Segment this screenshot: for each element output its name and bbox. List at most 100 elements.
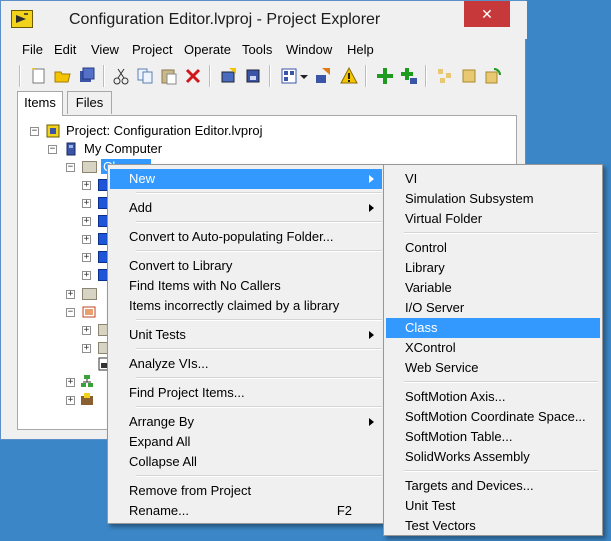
- expand-toggle[interactable]: +: [82, 217, 91, 226]
- add-alt-icon[interactable]: [399, 66, 419, 86]
- expand-toggle[interactable]: +: [82, 199, 91, 208]
- menu-item-convert-library[interactable]: Convert to Library: [110, 256, 382, 276]
- menu-item-find-project-items[interactable]: Find Project Items...: [110, 383, 382, 403]
- add-icon[interactable]: [375, 66, 395, 86]
- expand-toggle[interactable]: +: [82, 344, 91, 353]
- menu-project[interactable]: Project: [132, 42, 172, 57]
- collapse-toggle[interactable]: −: [48, 145, 57, 154]
- menu-item-remove-from-project[interactable]: Remove from Project: [110, 481, 382, 501]
- menu-item-new[interactable]: New: [110, 169, 382, 189]
- menu-separator: [136, 348, 382, 350]
- submenu-item-vi[interactable]: VI: [386, 169, 600, 189]
- menu-edit[interactable]: Edit: [54, 42, 76, 57]
- menu-item-add[interactable]: Add: [110, 198, 382, 218]
- menu-item-unit-tests[interactable]: Unit Tests: [110, 325, 382, 345]
- context-menu: New Add Convert to Auto-populating Folde…: [107, 164, 385, 524]
- open-icon[interactable]: [53, 66, 73, 86]
- submenu-item-class[interactable]: Class: [386, 318, 600, 338]
- close-button[interactable]: ✕: [464, 1, 510, 27]
- window-title: Configuration Editor.lvproj - Project Ex…: [69, 11, 381, 28]
- menu-separator: [136, 377, 382, 379]
- menu-window[interactable]: Window: [286, 42, 332, 57]
- toolbar-separator: [269, 65, 271, 87]
- labview-app-icon: [11, 10, 33, 28]
- expand-toggle[interactable]: +: [82, 235, 91, 244]
- menu-separator: [404, 381, 598, 383]
- folder-icon: [82, 288, 97, 300]
- expand-toggle[interactable]: +: [82, 253, 91, 262]
- expand-toggle[interactable]: +: [66, 396, 75, 405]
- menu-item-find-no-callers[interactable]: Find Items with No Callers: [110, 276, 382, 296]
- submenu-item-simulation-subsystem[interactable]: Simulation Subsystem: [386, 189, 600, 209]
- title-bar: Configuration Editor.lvproj - Project Ex…: [1, 1, 527, 39]
- copy-icon[interactable]: [135, 66, 155, 86]
- submenu-item-softmotion-axis[interactable]: SoftMotion Axis...: [386, 387, 600, 407]
- sort-icon[interactable]: [459, 66, 479, 86]
- project-icon: [46, 124, 60, 138]
- menu-item-arrange-by[interactable]: Arrange By: [110, 412, 382, 432]
- properties-icon[interactable]: [313, 66, 333, 86]
- menu-tools[interactable]: Tools: [242, 42, 272, 57]
- shortcut-label: F2: [336, 503, 352, 518]
- dropdown-icon[interactable]: [299, 66, 309, 86]
- view-icon[interactable]: [279, 66, 299, 86]
- cut-icon[interactable]: [111, 66, 131, 86]
- menu-item-collapse-all[interactable]: Collapse All: [110, 452, 382, 472]
- submenu-item-test-vectors[interactable]: Test Vectors: [386, 516, 600, 536]
- build-specs-icon: [81, 393, 93, 405]
- new-icon[interactable]: [29, 66, 49, 86]
- menu-item-expand-all[interactable]: Expand All: [110, 432, 382, 452]
- submenu-item-xcontrol[interactable]: XControl: [386, 338, 600, 358]
- expand-toggle[interactable]: +: [66, 378, 75, 387]
- tab-items[interactable]: Items: [17, 91, 63, 116]
- submenu-item-variable[interactable]: Variable: [386, 278, 600, 298]
- save-all-icon[interactable]: [77, 66, 97, 86]
- submenu-item-io-server[interactable]: I/O Server: [386, 298, 600, 318]
- submenu-item-solidworks-assembly[interactable]: SolidWorks Assembly: [386, 447, 600, 467]
- menu-separator: [136, 192, 382, 194]
- tree-computer-label[interactable]: My Computer: [84, 140, 162, 158]
- menu-file[interactable]: File: [22, 42, 43, 57]
- collapse-toggle[interactable]: −: [66, 163, 75, 172]
- expand-toggle[interactable]: +: [82, 326, 91, 335]
- submenu-item-virtual-folder[interactable]: Virtual Folder: [386, 209, 600, 229]
- tree-project-label[interactable]: Project: Configuration Editor.lvproj: [66, 122, 263, 140]
- menu-operate[interactable]: Operate: [184, 42, 231, 57]
- menu-separator: [136, 319, 382, 321]
- menu-item-analyze-vis[interactable]: Analyze VIs...: [110, 354, 382, 374]
- menu-separator: [136, 221, 382, 223]
- submenu-item-softmotion-coordinate-space[interactable]: SoftMotion Coordinate Space...: [386, 407, 600, 427]
- build-icon[interactable]: [219, 66, 239, 86]
- collapse-toggle[interactable]: −: [66, 308, 75, 317]
- submenu-item-library[interactable]: Library: [386, 258, 600, 278]
- menu-separator: [136, 250, 382, 252]
- submenu-item-unit-test[interactable]: Unit Test: [386, 496, 600, 516]
- delete-icon[interactable]: [183, 66, 203, 86]
- refresh-icon[interactable]: [483, 66, 503, 86]
- menu-help[interactable]: Help: [347, 42, 374, 57]
- arrange-icon[interactable]: [435, 66, 455, 86]
- menu-item-convert-auto-folder[interactable]: Convert to Auto-populating Folder...: [110, 227, 382, 247]
- submenu-item-control[interactable]: Control: [386, 238, 600, 258]
- submenu-arrow-icon: [369, 204, 374, 212]
- warning-icon[interactable]: [339, 66, 359, 86]
- collapse-toggle[interactable]: −: [30, 127, 39, 136]
- submenu-item-targets-devices[interactable]: Targets and Devices...: [386, 476, 600, 496]
- paste-icon[interactable]: [159, 66, 179, 86]
- submenu-arrow-icon: [369, 331, 374, 339]
- menu-item-incorrectly-claimed[interactable]: Items incorrectly claimed by a library: [110, 296, 382, 316]
- expand-toggle[interactable]: +: [82, 181, 91, 190]
- toolbar-separator: [365, 65, 367, 87]
- menu-separator: [136, 475, 382, 477]
- expand-toggle[interactable]: +: [66, 290, 75, 299]
- submenu-arrow-icon: [369, 418, 374, 426]
- toolbar: [13, 61, 525, 91]
- menu-item-rename[interactable]: Rename... F2: [110, 501, 382, 521]
- expand-toggle[interactable]: +: [82, 271, 91, 280]
- submenu-item-softmotion-table[interactable]: SoftMotion Table...: [386, 427, 600, 447]
- deploy-icon[interactable]: [243, 66, 263, 86]
- tab-files[interactable]: Files: [67, 91, 112, 114]
- menu-view[interactable]: View: [91, 42, 119, 57]
- menu-separator: [404, 470, 598, 472]
- submenu-item-web-service[interactable]: Web Service: [386, 358, 600, 378]
